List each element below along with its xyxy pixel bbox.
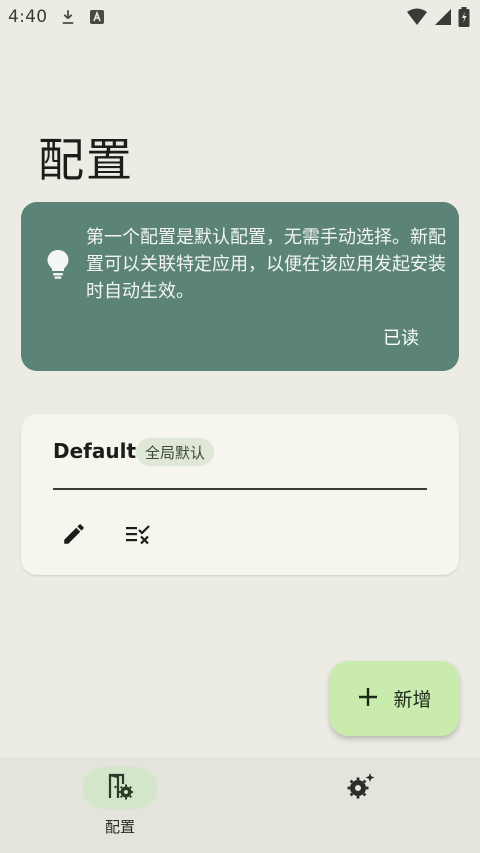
nav-item-settings[interactable]	[280, 757, 440, 853]
status-bar: 4:40	[0, 0, 480, 34]
a-badge-icon	[89, 9, 105, 25]
nav-indicator	[323, 767, 397, 809]
wifi-icon	[406, 8, 428, 26]
config-door-gear-icon	[107, 772, 134, 804]
nav-item-label: 配置	[104, 818, 135, 836]
bottom-nav: 配置	[0, 757, 480, 853]
page-title: 配置	[38, 133, 134, 187]
tip-card: 第一个配置是默认配置，无需手动选择。新配置可以关联特定应用，以便在该应用发起安装…	[21, 202, 459, 371]
lightbulb-icon	[46, 249, 70, 283]
edit-icon	[61, 521, 87, 550]
profile-name: Default	[53, 439, 137, 463]
apply-checklist-button[interactable]	[118, 515, 158, 555]
mark-read-button[interactable]: 已读	[383, 324, 419, 350]
settings-gear-sparkle-icon	[345, 771, 375, 805]
profile-default-badge: 全局默认	[136, 438, 215, 466]
battery-icon	[458, 7, 470, 27]
status-right	[406, 7, 470, 27]
nav-active-indicator	[83, 767, 157, 809]
plus-icon	[357, 686, 379, 712]
status-time: 4:40	[8, 7, 48, 27]
edit-profile-button[interactable]	[54, 515, 94, 555]
fab-label: 新增	[393, 689, 432, 711]
checklist-clear-icon	[124, 520, 152, 551]
add-profile-fab[interactable]: 新增	[330, 661, 459, 736]
nav-item-config[interactable]: 配置	[40, 757, 200, 853]
status-left: 4:40	[8, 7, 105, 27]
tip-text: 第一个配置是默认配置，无需手动选择。新配置可以关联特定应用，以便在该应用发起安装…	[86, 227, 446, 302]
signal-icon	[434, 8, 452, 26]
profile-divider	[53, 488, 427, 490]
download-icon	[59, 8, 77, 26]
profile-card[interactable]: Default 全局默认	[21, 414, 459, 575]
